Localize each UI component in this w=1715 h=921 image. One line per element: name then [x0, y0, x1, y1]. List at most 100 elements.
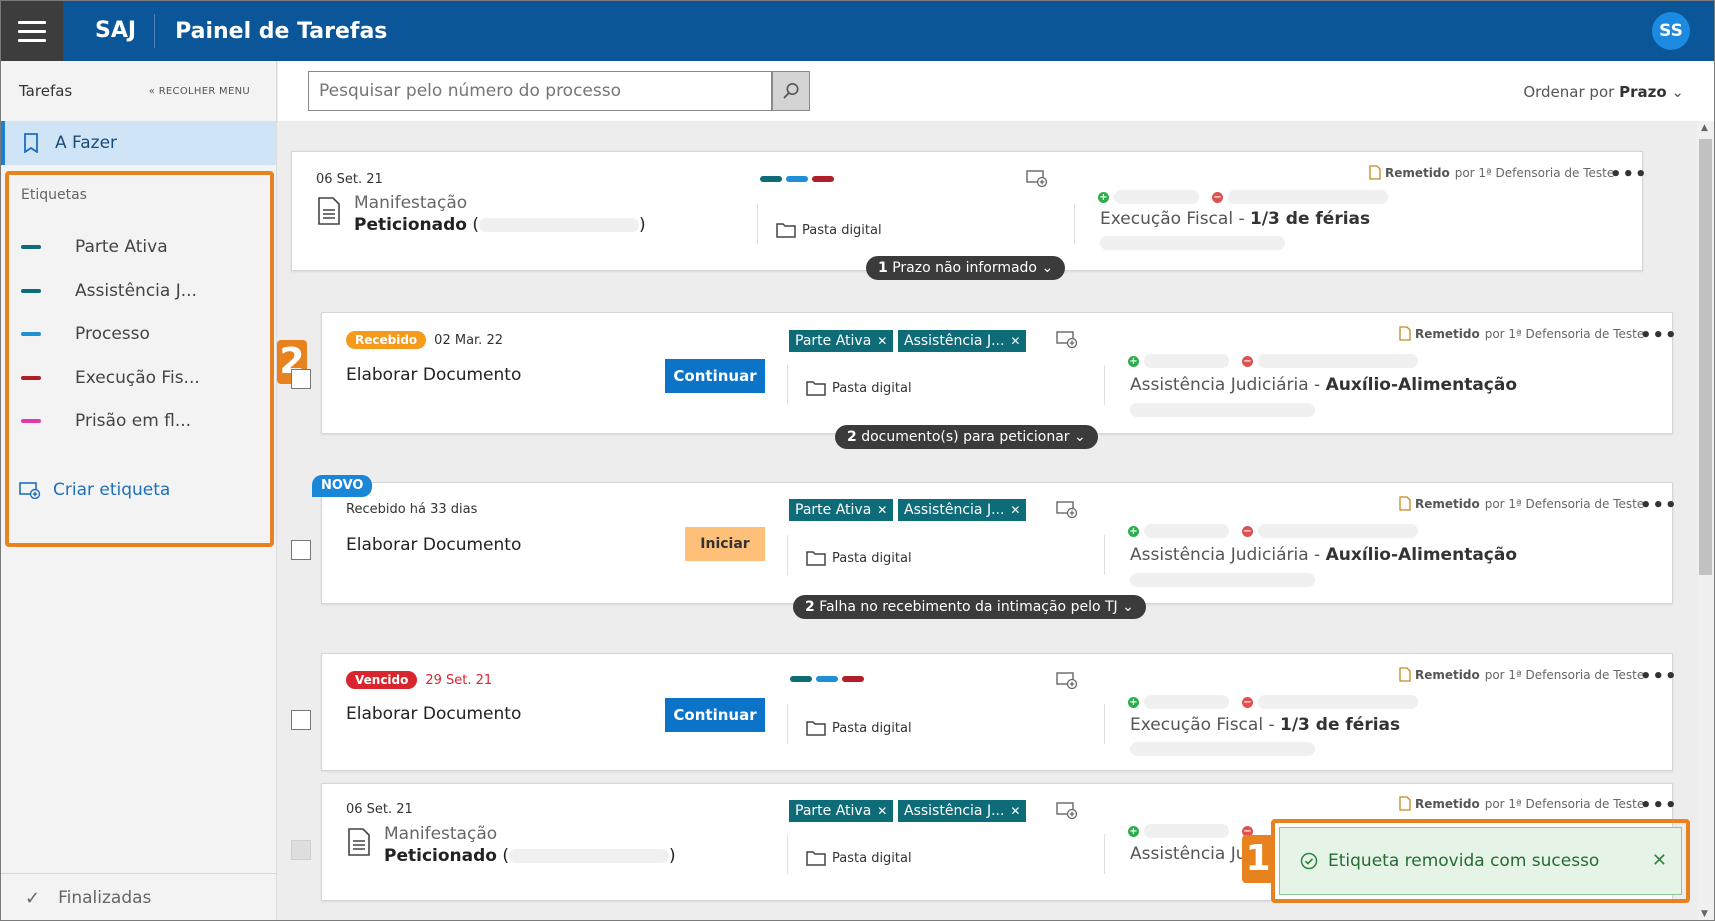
- redacted-process-number: [509, 849, 669, 863]
- sent-by-info: Remetido por 1ª Defensoria de Teste: [1399, 667, 1644, 682]
- sidebar-tag-assistencia[interactable]: Assistência J...: [21, 281, 197, 301]
- tag-chip-assistencia[interactable]: Assistência J... ✕: [898, 800, 1027, 822]
- redacted-party: [1228, 190, 1388, 204]
- task-checkbox[interactable]: [291, 840, 311, 860]
- tag-indicator: [816, 676, 838, 682]
- start-button[interactable]: Iniciar: [685, 527, 765, 561]
- document-icon: [318, 197, 340, 225]
- hamburger-menu-icon[interactable]: [1, 1, 63, 61]
- sidebar-item-finalizadas[interactable]: ✓ Finalizadas: [1, 873, 277, 920]
- scroll-up-arrow-icon[interactable]: ▲: [1701, 123, 1708, 133]
- digital-folder-link[interactable]: Pasta digital: [806, 550, 912, 566]
- folder-icon: [806, 551, 826, 566]
- scroll-down-arrow-icon[interactable]: ▼: [1701, 909, 1708, 919]
- divider: [1104, 535, 1105, 575]
- search-button[interactable]: [772, 71, 810, 111]
- bookmark-icon: [24, 133, 38, 153]
- redacted-party: [1144, 524, 1229, 538]
- remove-tag-icon[interactable]: ✕: [1010, 503, 1020, 517]
- more-options-button[interactable]: •••: [1610, 166, 1648, 184]
- deadline-pill[interactable]: 1 Prazo não informado ⌄: [866, 256, 1066, 280]
- sidebar-tag-parte-ativa[interactable]: Parte Ativa: [21, 237, 168, 257]
- digital-folder-link[interactable]: Pasta digital: [806, 850, 912, 866]
- case-class-sep: -: [1308, 545, 1326, 565]
- more-options-button[interactable]: •••: [1640, 668, 1678, 686]
- sent-by: por 1ª Defensoria de Teste: [1484, 796, 1645, 811]
- tag-color-swatch: [21, 419, 41, 423]
- task-type: Manifestação: [354, 193, 468, 213]
- remove-tag-icon[interactable]: ✕: [877, 804, 887, 818]
- tag-chip-assistencia[interactable]: Assistência J... ✕: [898, 330, 1027, 352]
- sidebar-tag-processo[interactable]: Processo: [21, 324, 150, 344]
- sidebar-item-label: A Fazer: [55, 133, 118, 153]
- divider: [1104, 365, 1105, 405]
- tag-chip-parte-ativa[interactable]: Parte Ativa ✕: [789, 800, 894, 822]
- task-checkbox[interactable]: [291, 710, 311, 730]
- divider: [787, 834, 788, 874]
- brand-logo[interactable]: SAJ: [77, 14, 156, 48]
- sidebar-item-a-fazer[interactable]: A Fazer: [1, 121, 276, 165]
- status-badge: Recebido: [346, 331, 427, 349]
- divider: [787, 535, 788, 575]
- tag-chip-parte-ativa[interactable]: Parte Ativa ✕: [789, 330, 894, 352]
- minus-circle-icon: −: [1212, 192, 1223, 203]
- digital-folder-label: Pasta digital: [832, 380, 912, 396]
- sent-by-info: Remetido por 1ª Defensoria de Teste: [1399, 326, 1644, 341]
- redacted-party: [1258, 524, 1418, 538]
- close-icon[interactable]: ✕: [1652, 850, 1667, 871]
- task-status: Peticionado: [354, 215, 467, 235]
- add-tag-icon[interactable]: [1056, 801, 1078, 819]
- minus-circle-icon: −: [1242, 697, 1253, 708]
- tag-name: Prisão em fl...: [75, 411, 192, 431]
- task-status: Peticionado: [384, 846, 497, 866]
- add-tag-icon[interactable]: [1056, 330, 1078, 348]
- document-sent-icon: [1399, 796, 1411, 811]
- task-card[interactable]: Recebido há 33 dias Elaborar Documento I…: [321, 482, 1677, 604]
- create-tag-link[interactable]: Criar etiqueta: [19, 480, 170, 500]
- scrollbar-thumb[interactable]: [1699, 139, 1712, 575]
- sidebar-tag-prisao[interactable]: Prisão em fl...: [21, 411, 191, 431]
- remove-tag-icon[interactable]: ✕: [1010, 804, 1020, 818]
- search-input[interactable]: [308, 71, 772, 111]
- add-tag-icon[interactable]: [1026, 169, 1048, 187]
- continue-button[interactable]: Continuar: [665, 698, 765, 732]
- continue-button[interactable]: Continuar: [665, 359, 765, 393]
- sort-prefix: Ordenar por: [1523, 83, 1615, 101]
- task-card[interactable]: Recebido 02 Mar. 22 Elaborar Documento Co…: [321, 312, 1677, 434]
- annotation-badge-1: 1: [1242, 835, 1274, 883]
- failure-pill[interactable]: 2 Falha no recebimento da intimação pelo…: [793, 595, 1146, 619]
- tag-chip-parte-ativa[interactable]: Parte Ativa ✕: [789, 499, 894, 521]
- task-card[interactable]: 06 Set. 21 Manifestação Peticionado () P…: [291, 151, 1647, 271]
- digital-folder-link[interactable]: Pasta digital: [776, 222, 882, 238]
- add-tag-icon[interactable]: [1056, 671, 1078, 689]
- minus-circle-icon: −: [1242, 526, 1253, 537]
- user-avatar[interactable]: SS: [1652, 12, 1690, 50]
- chevron-down-icon: ⌄: [1041, 260, 1054, 276]
- remove-tag-icon[interactable]: ✕: [877, 503, 887, 517]
- tag-chip-label: Parte Ativa: [795, 803, 872, 819]
- task-card[interactable]: Vencido 29 Set. 21 Elaborar Documento Con…: [321, 653, 1677, 771]
- task-checkbox[interactable]: [291, 540, 311, 560]
- collapse-menu-button[interactable]: « RECOLHER MENU: [149, 86, 250, 97]
- redacted-party: [1114, 190, 1199, 204]
- tag-chip-assistencia[interactable]: Assistência J... ✕: [898, 499, 1027, 521]
- digital-folder-link[interactable]: Pasta digital: [806, 720, 912, 736]
- sort-dropdown[interactable]: Ordenar por Prazo ⌄: [1523, 83, 1684, 101]
- sent-label: Remetido: [1415, 326, 1480, 341]
- redacted-party: [1258, 354, 1418, 368]
- add-tag-icon[interactable]: [1056, 500, 1078, 518]
- task-checkbox[interactable]: [291, 369, 311, 389]
- remove-tag-icon[interactable]: ✕: [877, 334, 887, 348]
- digital-folder-link[interactable]: Pasta digital: [806, 380, 912, 396]
- more-options-button[interactable]: •••: [1640, 327, 1678, 345]
- pending-docs-pill[interactable]: 2 documento(s) para peticionar ⌄: [835, 425, 1098, 449]
- remove-tag-icon[interactable]: ✕: [1010, 334, 1020, 348]
- deadline-text: Prazo não informado: [892, 260, 1038, 276]
- more-options-button[interactable]: •••: [1640, 497, 1678, 515]
- sidebar-tag-execucao[interactable]: Execução Fis...: [21, 368, 200, 388]
- tag-indicator: [842, 676, 864, 682]
- case-class-subject: Auxílio-Alimentação: [1325, 545, 1518, 565]
- sidebar-header: Tarefas « RECOLHER MENU: [1, 61, 276, 121]
- task-title: Elaborar Documento: [346, 365, 522, 385]
- more-options-button[interactable]: •••: [1640, 797, 1678, 815]
